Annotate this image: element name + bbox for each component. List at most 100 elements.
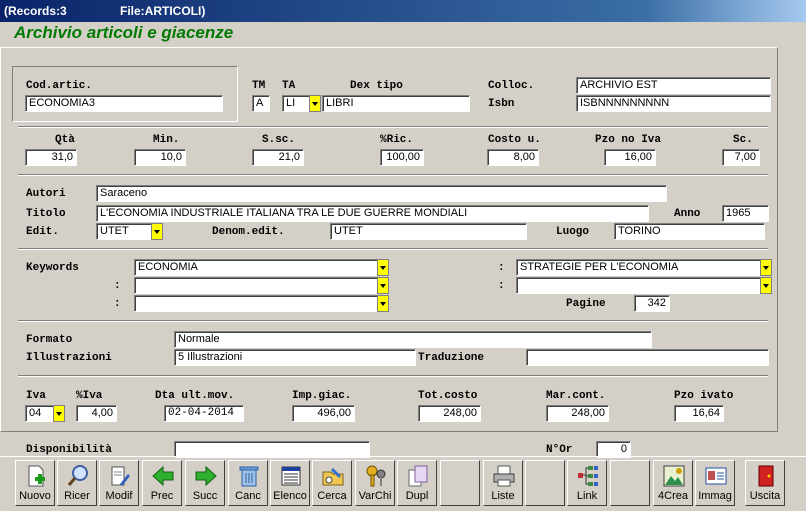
- pzo-ivato-field[interactable]: 16,64: [674, 405, 724, 422]
- blank-button[interactable]: [610, 460, 650, 506]
- new-document-icon: [28, 465, 45, 487]
- perc-iva-field[interactable]: 4,00: [76, 405, 117, 422]
- liste-button[interactable]: Liste: [483, 460, 523, 506]
- edit-label: Edit.: [26, 226, 60, 238]
- traduzione-label: Traduzione: [418, 352, 485, 364]
- nuovo-button[interactable]: Nuovo: [15, 460, 55, 506]
- titolo-field[interactable]: L'ECONOMIA INDUSTRIALE ITALIANA TRA LE D…: [96, 205, 649, 222]
- succ-button[interactable]: Succ: [185, 460, 225, 506]
- luogo-field[interactable]: TORINO: [614, 223, 765, 240]
- keyword-right-dropdown-2[interactable]: [760, 277, 772, 294]
- costo-u-label: Costo u.: [488, 134, 541, 146]
- duplicate-icon: [408, 465, 428, 487]
- ssc-field[interactable]: 21,0: [252, 149, 304, 166]
- modif-button[interactable]: Modif: [99, 460, 139, 506]
- tm-field[interactable]: A: [252, 95, 270, 112]
- keyword-dropdown-3[interactable]: [377, 295, 389, 312]
- window-titlebar: (Records:3 File:ARTICOLI): [0, 0, 806, 22]
- ricer-button[interactable]: Ricer: [57, 460, 97, 506]
- pzo-no-iva-field[interactable]: 16,00: [604, 149, 656, 166]
- keyword-field-1[interactable]: ECONOMIA: [134, 259, 378, 276]
- tot-costo-field[interactable]: 248,00: [418, 405, 481, 422]
- uscita-button[interactable]: Uscita: [745, 460, 785, 506]
- blank-button[interactable]: [525, 460, 565, 506]
- iva-field[interactable]: 04: [25, 405, 54, 422]
- disponibilita-label: Disponibilità: [26, 444, 112, 456]
- keyword-dropdown-1[interactable]: [377, 259, 389, 276]
- cerca-button[interactable]: Cerca: [312, 460, 352, 506]
- keyword-right-dropdown-1[interactable]: [760, 259, 772, 276]
- 4crea-button[interactable]: 4Crea: [653, 460, 693, 506]
- keyword-dropdown-2[interactable]: [377, 277, 389, 294]
- dex-tipo-label: Dex tipo: [350, 80, 403, 92]
- ssc-label: S.sc.: [262, 134, 296, 146]
- keyword-right-field-1[interactable]: STRATEGIE PER L'ECONOMIA: [516, 259, 761, 276]
- formato-label: Formato: [26, 334, 73, 346]
- divider: [18, 174, 768, 176]
- n-or-label: N°Or: [546, 444, 573, 456]
- imp-giac-label: Imp.giac.: [292, 390, 352, 402]
- keyword-field-2[interactable]: [134, 277, 378, 294]
- isbn-field[interactable]: ISBNNNNNNNNN: [576, 95, 771, 112]
- keyword-right-field-2[interactable]: [516, 277, 761, 294]
- keyword-field-3[interactable]: [134, 295, 378, 312]
- iva-dropdown[interactable]: [53, 405, 65, 422]
- keyword-colon: :: [114, 280, 121, 292]
- dta-ult-mov-label: Dta ult.mov.: [155, 390, 235, 402]
- trash-icon: [239, 466, 259, 487]
- illustrazioni-label: Illustrazioni: [26, 352, 112, 364]
- canc-button[interactable]: Canc: [228, 460, 268, 506]
- keyword-colon: :: [498, 280, 505, 292]
- denom-edit-field[interactable]: UTET: [330, 223, 527, 240]
- ta-field[interactable]: LI: [282, 95, 310, 112]
- ta-label: TA: [282, 80, 296, 92]
- mar-cont-label: Mar.cont.: [546, 390, 606, 402]
- illustrazioni-field[interactable]: 5 Illustrazioni: [174, 349, 416, 366]
- varchi-button[interactable]: VarChi: [355, 460, 395, 506]
- cod-artic-group: [12, 66, 238, 122]
- formato-field[interactable]: Normale: [174, 331, 652, 348]
- dupl-button[interactable]: Dupl: [397, 460, 437, 506]
- luogo-label: Luogo: [556, 226, 590, 238]
- autori-field[interactable]: Saraceno: [96, 185, 667, 202]
- edit-field[interactable]: UTET: [96, 223, 152, 240]
- page-title: Archivio articoli e giacenze: [14, 23, 234, 42]
- qta-label: Qtà: [55, 134, 75, 146]
- pzo-ivato-label: Pzo ivato: [674, 390, 734, 402]
- magnifier-icon: [67, 465, 88, 486]
- imp-giac-field[interactable]: 496,00: [292, 405, 355, 422]
- costo-u-field[interactable]: 8,00: [487, 149, 539, 166]
- perc-iva-label: %Iva: [76, 390, 103, 402]
- link-tree-icon: [578, 466, 598, 486]
- keyword-colon: :: [498, 262, 505, 274]
- tm-label: TM: [252, 80, 266, 92]
- prec-button[interactable]: Prec: [142, 460, 182, 506]
- mar-cont-field[interactable]: 248,00: [546, 405, 609, 422]
- elenco-button[interactable]: Elenco: [270, 460, 310, 506]
- cod-artic-field[interactable]: ECONOMIA3: [25, 95, 223, 112]
- denom-edit-label: Denom.edit.: [212, 226, 285, 238]
- traduzione-field[interactable]: [526, 349, 769, 366]
- dex-tipo-field[interactable]: LIBRI: [322, 95, 470, 112]
- arrow-right-icon: [195, 465, 217, 487]
- colloc-field[interactable]: ARCHIVIO EST: [576, 77, 771, 94]
- edit-document-icon: [111, 466, 130, 486]
- link-button[interactable]: Link: [567, 460, 607, 506]
- min-field[interactable]: 10,0: [134, 149, 186, 166]
- keys-icon: [366, 465, 386, 487]
- ric-field[interactable]: 100,00: [380, 149, 424, 166]
- divider: [18, 248, 768, 250]
- dta-ult-mov-field[interactable]: 02-04-2014: [164, 405, 244, 422]
- pagine-field[interactable]: 342: [634, 295, 670, 312]
- sc-field[interactable]: 7,00: [722, 149, 760, 166]
- iva-label: Iva: [26, 390, 46, 402]
- ta-dropdown[interactable]: [309, 95, 321, 112]
- arrow-left-icon: [152, 465, 174, 487]
- blank-button[interactable]: [440, 460, 480, 506]
- divider: [18, 375, 768, 377]
- qta-field[interactable]: 31,0: [25, 149, 77, 166]
- immag-button[interactable]: Immag: [695, 460, 735, 506]
- anno-field[interactable]: 1965: [722, 205, 769, 222]
- edit-dropdown[interactable]: [151, 223, 163, 240]
- keywords-label: Keywords: [26, 262, 79, 274]
